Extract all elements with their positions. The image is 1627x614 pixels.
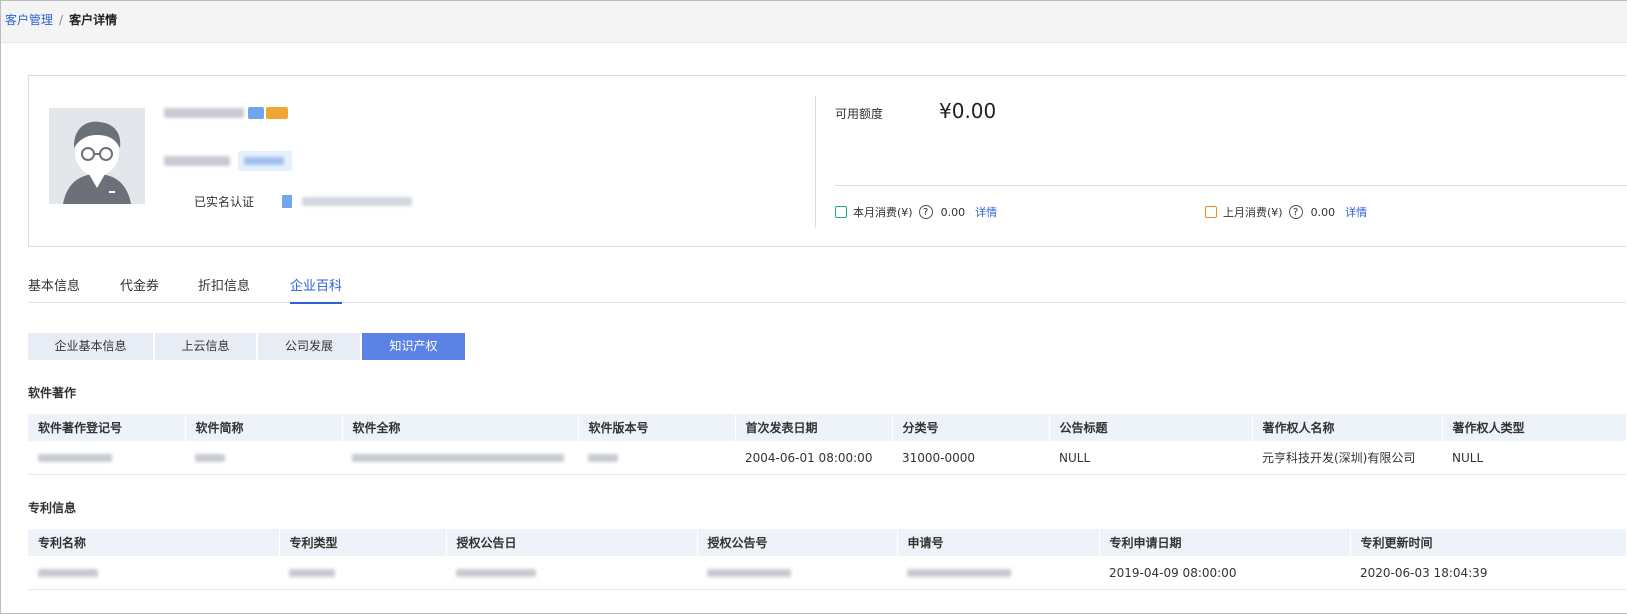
patent-table: 专利名称 专利类型 授权公告日 授权公告号 申请号 专利申请日期 专利更新时间 … [28, 529, 1627, 590]
column-header[interactable]: 软件全称 [342, 414, 579, 441]
column-header[interactable]: 软件简称 [185, 414, 343, 441]
help-icon[interactable]: ? [1288, 205, 1303, 219]
redacted-value [707, 568, 791, 577]
column-header[interactable]: 分类号 [892, 414, 1050, 441]
table-cell [185, 441, 342, 475]
table-cell: 31000-0000 [892, 441, 1049, 475]
column-header[interactable]: 专利类型 [279, 529, 447, 556]
table-cell [578, 441, 735, 475]
table-cell [697, 556, 897, 590]
software-header-row: 软件著作登记号 软件简称 软件全称 软件版本号 首次发表日期 分类号 公告标题 … [28, 414, 1627, 441]
top-bar: 客户管理 / 客户详情 [1, 1, 1627, 43]
avatar [49, 108, 145, 204]
software-section-title: 软件著作 [28, 386, 77, 400]
redacted-value [588, 453, 618, 462]
tab-basic-info[interactable]: 基本信息 [28, 275, 80, 302]
customer-name-row [164, 105, 288, 119]
column-header[interactable]: 专利名称 [28, 529, 280, 556]
column-header[interactable]: 软件著作登记号 [28, 414, 186, 441]
software-table: 软件著作登记号 软件简称 软件全称 软件版本号 首次发表日期 分类号 公告标题 … [28, 414, 1627, 475]
verified-label: 已实名认证 [194, 195, 255, 209]
profile-card: 已实名认证 可用额度 ¥0.00 本月消费(¥) ? 0.00 详情 上月消费(… [28, 75, 1627, 247]
patent-header-row: 专利名称 专利类型 授权公告日 授权公告号 申请号 专利申请日期 专利更新时间 [28, 529, 1627, 556]
table-cell: 2004-06-01 08:00:00 [735, 441, 892, 475]
breadcrumb-current: 客户详情 [69, 13, 118, 27]
segment-cloud-info[interactable]: 上云信息 [155, 333, 256, 360]
breadcrumb-customer-management[interactable]: 客户管理 [5, 13, 53, 27]
table-cell: NULL [1049, 441, 1252, 475]
calendar-icon [1205, 206, 1217, 218]
table-cell [28, 556, 279, 590]
redacted-value [907, 568, 1011, 577]
column-header[interactable]: 授权公告日 [446, 529, 698, 556]
this-month-spend: 本月消费(¥) ? 0.00 详情 [835, 204, 997, 220]
vip-icon [248, 106, 264, 119]
table-cell [342, 441, 578, 475]
table-cell [446, 556, 697, 590]
redacted-value [289, 568, 335, 577]
column-header[interactable]: 著作权人名称 [1252, 414, 1443, 441]
verification-row: 已实名认证 [194, 193, 413, 210]
redacted-value [352, 453, 564, 462]
table-cell: 2019-04-09 08:00:00 [1099, 556, 1350, 590]
last-month-spend: 上月消费(¥) ? 0.00 详情 [1205, 204, 1367, 220]
table-cell [897, 556, 1099, 590]
tab-enterprise-wiki[interactable]: 企业百科 [290, 275, 343, 304]
last-month-value: 0.00 [1310, 205, 1336, 219]
column-header[interactable]: 专利更新时间 [1350, 529, 1627, 556]
card-vertical-divider [815, 96, 816, 228]
table-row: 2004-06-01 08:00:00 31000-0000 NULL 元亨科技… [28, 441, 1626, 475]
column-header[interactable]: 授权公告号 [697, 529, 898, 556]
detail-tabs: 基本信息 代金券 折扣信息 企业百科 [28, 270, 1626, 304]
redacted-value [195, 453, 225, 462]
document-icon [282, 195, 293, 208]
table-cell: 2020-06-03 18:04:39 [1350, 556, 1626, 590]
table-cell: 元亨科技开发(深圳)有限公司 [1252, 441, 1442, 475]
column-header[interactable]: 专利申请日期 [1099, 529, 1351, 556]
customer-id-row [164, 151, 292, 171]
redacted-value [38, 453, 112, 462]
help-icon[interactable]: ? [918, 205, 933, 219]
redacted-value [456, 568, 536, 577]
redacted-value [38, 568, 98, 577]
table-cell [28, 441, 185, 475]
table-cell: NULL [1442, 441, 1626, 475]
table-cell [279, 556, 446, 590]
segment-company-development[interactable]: 公司发展 [258, 333, 360, 360]
this-month-label: 本月消费(¥) [853, 206, 913, 219]
table-row: 2019-04-09 08:00:00 2020-06-03 18:04:39 [28, 556, 1626, 590]
segment-intellectual-property[interactable]: 知识产权 [362, 333, 465, 360]
calendar-icon [835, 206, 847, 218]
column-header[interactable]: 著作权人类型 [1442, 414, 1627, 441]
last-month-detail-link[interactable]: 详情 [1345, 204, 1367, 220]
this-month-detail-link[interactable]: 详情 [975, 204, 997, 220]
available-quota-value: ¥0.00 [939, 99, 997, 123]
available-quota-label: 可用额度 [835, 107, 884, 121]
gold-level-icon [266, 106, 288, 119]
column-header[interactable]: 首次发表日期 [735, 414, 893, 441]
card-horizontal-divider [835, 185, 1627, 186]
column-header[interactable]: 软件版本号 [578, 414, 736, 441]
tab-discount-info[interactable]: 折扣信息 [198, 275, 250, 302]
segment-enterprise-basic-info[interactable]: 企业基本信息 [28, 333, 153, 360]
customer-name-redacted [164, 107, 244, 118]
breadcrumb: 客户管理 / 客户详情 [5, 11, 117, 28]
tab-vouchers[interactable]: 代金券 [120, 275, 159, 302]
column-header[interactable]: 申请号 [897, 529, 1100, 556]
breadcrumb-separator: / [59, 13, 64, 27]
patent-section-title: 专利信息 [28, 501, 77, 515]
verification-file-redacted[interactable] [302, 197, 413, 206]
customer-id-redacted [164, 156, 230, 166]
this-month-value: 0.00 [940, 205, 966, 219]
last-month-label: 上月消费(¥) [1223, 206, 1283, 219]
customer-type-tag [238, 151, 292, 171]
column-header[interactable]: 公告标题 [1049, 414, 1253, 441]
